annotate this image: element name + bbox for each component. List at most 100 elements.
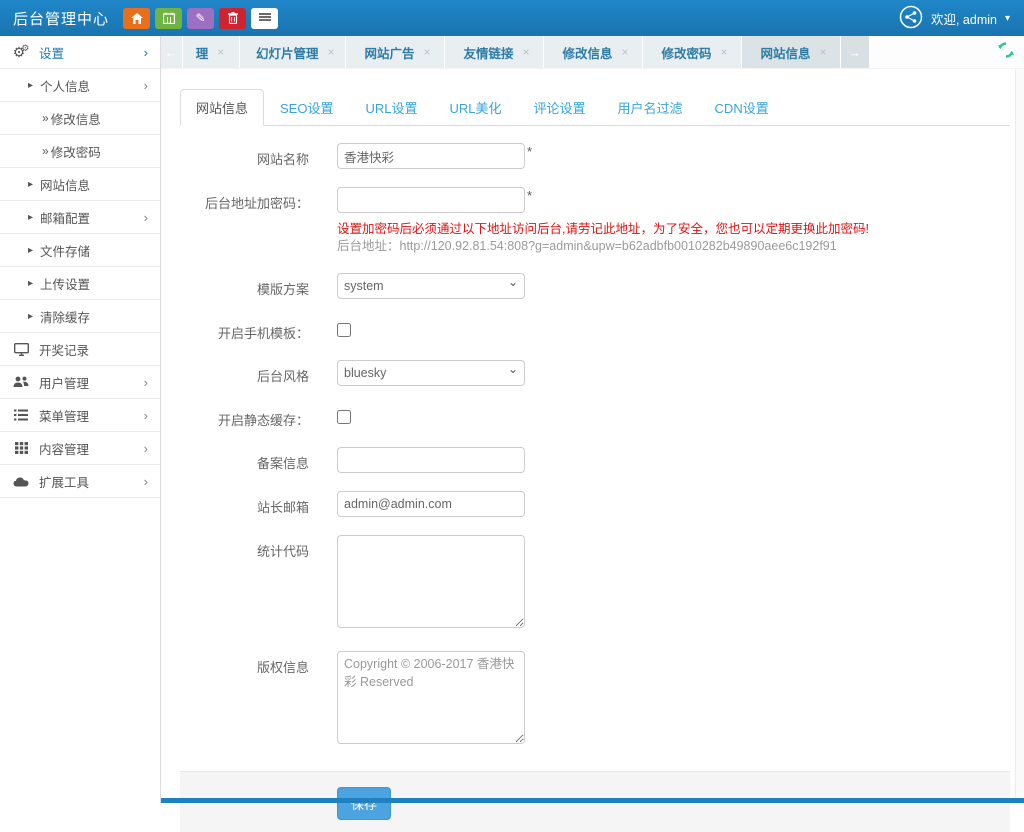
welcome-text: 欢迎, admin — [931, 9, 997, 28]
template-scheme-select[interactable]: system — [337, 273, 525, 299]
icp-record-label: 备案信息 — [180, 447, 325, 473]
sidebar-item-settings[interactable]: ⚙⚙ 设置 › — [0, 36, 160, 69]
triangle-marker-icon: ▸ — [28, 179, 33, 190]
sidebar-item-content-management[interactable]: 内容管理 › — [0, 432, 160, 465]
sidebar-item-file-storage[interactable]: ▸ 文件存储 — [0, 234, 160, 267]
chevron-right-icon: › — [144, 78, 148, 93]
double-angle-icon: » — [42, 144, 49, 158]
tab-seo-settings[interactable]: SEO设置 — [264, 89, 349, 126]
close-tab-icon[interactable]: × — [622, 45, 629, 59]
pencil-button[interactable]: ✎ — [187, 8, 214, 29]
calendar-button[interactable] — [155, 8, 182, 29]
trash-icon — [228, 12, 238, 24]
window-tab-truncated[interactable]: 理 × — [183, 36, 239, 68]
scroll-left-button[interactable]: ← — [160, 36, 182, 68]
home-button[interactable] — [123, 8, 150, 29]
sidebar-item-site-info[interactable]: ▸ 网站信息 — [0, 168, 160, 201]
calendar-icon — [163, 12, 175, 24]
form-row-copyright: 版权信息 Copyright © 2006-2017 香港快彩 Reserved — [180, 651, 1010, 749]
stats-code-label: 统计代码 — [180, 535, 325, 633]
tab-site-info[interactable]: 网站信息 — [180, 89, 264, 126]
share-icon — [899, 5, 923, 32]
tab-cdn-settings[interactable]: CDN设置 — [699, 89, 785, 126]
scrollbar[interactable] — [1015, 69, 1024, 803]
webmaster-email-input[interactable] — [337, 491, 525, 517]
form-row-icp-record: 备案信息 — [180, 447, 1010, 473]
window-tab-site-ads[interactable]: 网站广告 × — [346, 36, 444, 68]
mobile-template-checkbox[interactable] — [337, 323, 351, 337]
copyright-label: 版权信息 — [180, 651, 325, 749]
tab-url-beautify[interactable]: URL美化 — [434, 89, 518, 126]
pencil-icon: ✎ — [195, 11, 205, 25]
double-angle-icon: » — [42, 111, 49, 125]
form-row-admin-url-password: 后台地址加密码： * 设置加密码后必须通过以下地址访问后台,请劳记此地址，为了安… — [180, 187, 1010, 255]
cloud-icon — [12, 476, 30, 487]
admin-style-label: 后台风格 — [180, 360, 325, 386]
window-tabstrip: ← 理 × 幻灯片管理 × 网站广告 × 友情链接 × 修改信息 × 修改密码 … — [160, 36, 1024, 69]
window-tab-edit-info[interactable]: 修改信息 × — [544, 36, 642, 68]
sidebar-item-email-config[interactable]: ▸ 邮箱配置 › — [0, 201, 160, 234]
save-button[interactable]: 保存 — [337, 787, 391, 820]
site-name-input[interactable] — [337, 143, 525, 169]
monitor-icon — [12, 343, 30, 356]
static-cache-label: 开启静态缓存： — [180, 404, 325, 429]
caret-down-icon: ▾ — [1005, 13, 1010, 24]
refresh-icon[interactable] — [997, 41, 1015, 64]
stats-code-textarea[interactable] — [337, 535, 525, 628]
sidebar-item-menu-management[interactable]: 菜单管理 › — [0, 399, 160, 432]
icp-record-input[interactable] — [337, 447, 525, 473]
form-row-stats-code: 统计代码 — [180, 535, 1010, 633]
user-menu[interactable]: 欢迎, admin ▾ — [899, 5, 1024, 32]
chevron-right-icon: › — [144, 375, 148, 390]
mobile-template-label: 开启手机模板： — [180, 317, 325, 342]
window-tab-site-info[interactable]: 网站信息 × — [742, 36, 840, 68]
tab-username-filter[interactable]: 用户名过滤 — [602, 89, 699, 126]
window-tab-change-password[interactable]: 修改密码 × — [643, 36, 741, 68]
home-icon — [131, 13, 143, 24]
app-title: 后台管理中心 — [0, 8, 123, 29]
content-tabs: 网站信息 SEO设置 URL设置 URL美化 评论设置 用户名过滤 CDN设置 — [180, 88, 1010, 126]
sidebar-item-personal-info[interactable]: ▸ 个人信息 › — [0, 69, 160, 102]
triangle-marker-icon: ▸ — [28, 80, 33, 91]
template-scheme-label: 模版方案 — [180, 273, 325, 299]
trash-button[interactable] — [219, 8, 246, 29]
menu-list-icon — [12, 409, 30, 421]
admin-url-text: 后台地址：http://120.92.81.54:808?g=admin&upw… — [337, 238, 869, 255]
triangle-marker-icon: ▸ — [28, 278, 33, 289]
grid-icon — [12, 442, 30, 454]
sidebar-item-upload-settings[interactable]: ▸ 上传设置 — [0, 267, 160, 300]
form-row-template-scheme: 模版方案 system ⌄ — [180, 273, 1010, 299]
list-icon — [259, 13, 271, 23]
window-tab-friend-links[interactable]: 友情链接 × — [445, 36, 543, 68]
close-tab-icon[interactable]: × — [217, 45, 224, 59]
admin-url-password-input[interactable] — [337, 187, 525, 213]
sidebar-item-change-password[interactable]: » 修改密码 — [0, 135, 160, 168]
sidebar-item-clear-cache[interactable]: ▸ 清除缓存 — [0, 300, 160, 333]
site-name-label: 网站名称 — [180, 143, 325, 169]
sidebar-item-user-management[interactable]: 用户管理 › — [0, 366, 160, 399]
admin-style-select[interactable]: bluesky — [337, 360, 525, 386]
triangle-marker-icon: ▸ — [28, 245, 33, 256]
close-tab-icon[interactable]: × — [820, 45, 827, 59]
close-tab-icon[interactable]: × — [523, 45, 530, 59]
static-cache-checkbox[interactable] — [337, 410, 351, 424]
close-tab-icon[interactable]: × — [328, 45, 335, 59]
required-mark: * — [527, 188, 532, 203]
tab-comment-settings[interactable]: 评论设置 — [518, 89, 602, 126]
list-button[interactable] — [251, 8, 278, 29]
header-toolbar: ✎ — [123, 8, 278, 29]
webmaster-email-label: 站长邮箱 — [180, 491, 325, 517]
copyright-textarea[interactable]: Copyright © 2006-2017 香港快彩 Reserved — [337, 651, 525, 744]
sidebar-item-lottery-records[interactable]: 开奖记录 — [0, 333, 160, 366]
sidebar-item-edit-info[interactable]: » 修改信息 — [0, 102, 160, 135]
sidebar: ⚙⚙ 设置 › ▸ 个人信息 › » 修改信息 » 修改密码 ▸ 网站信息 ▸ … — [0, 36, 161, 803]
close-tab-icon[interactable]: × — [721, 45, 728, 59]
sidebar-item-extension-tools[interactable]: 扩展工具 › — [0, 465, 160, 498]
close-tab-icon[interactable]: × — [424, 45, 431, 59]
window-tab-slideshow[interactable]: 幻灯片管理 × — [240, 36, 345, 68]
site-info-form: 网站名称 * 后台地址加密码： * 设置加密码后必须通过以下地址访问后台,请劳记… — [180, 143, 1010, 832]
chevron-right-icon: › — [144, 45, 148, 60]
scroll-right-button[interactable]: → — [841, 36, 869, 68]
tab-url-settings[interactable]: URL设置 — [349, 89, 433, 126]
chevron-right-icon: › — [144, 441, 148, 456]
